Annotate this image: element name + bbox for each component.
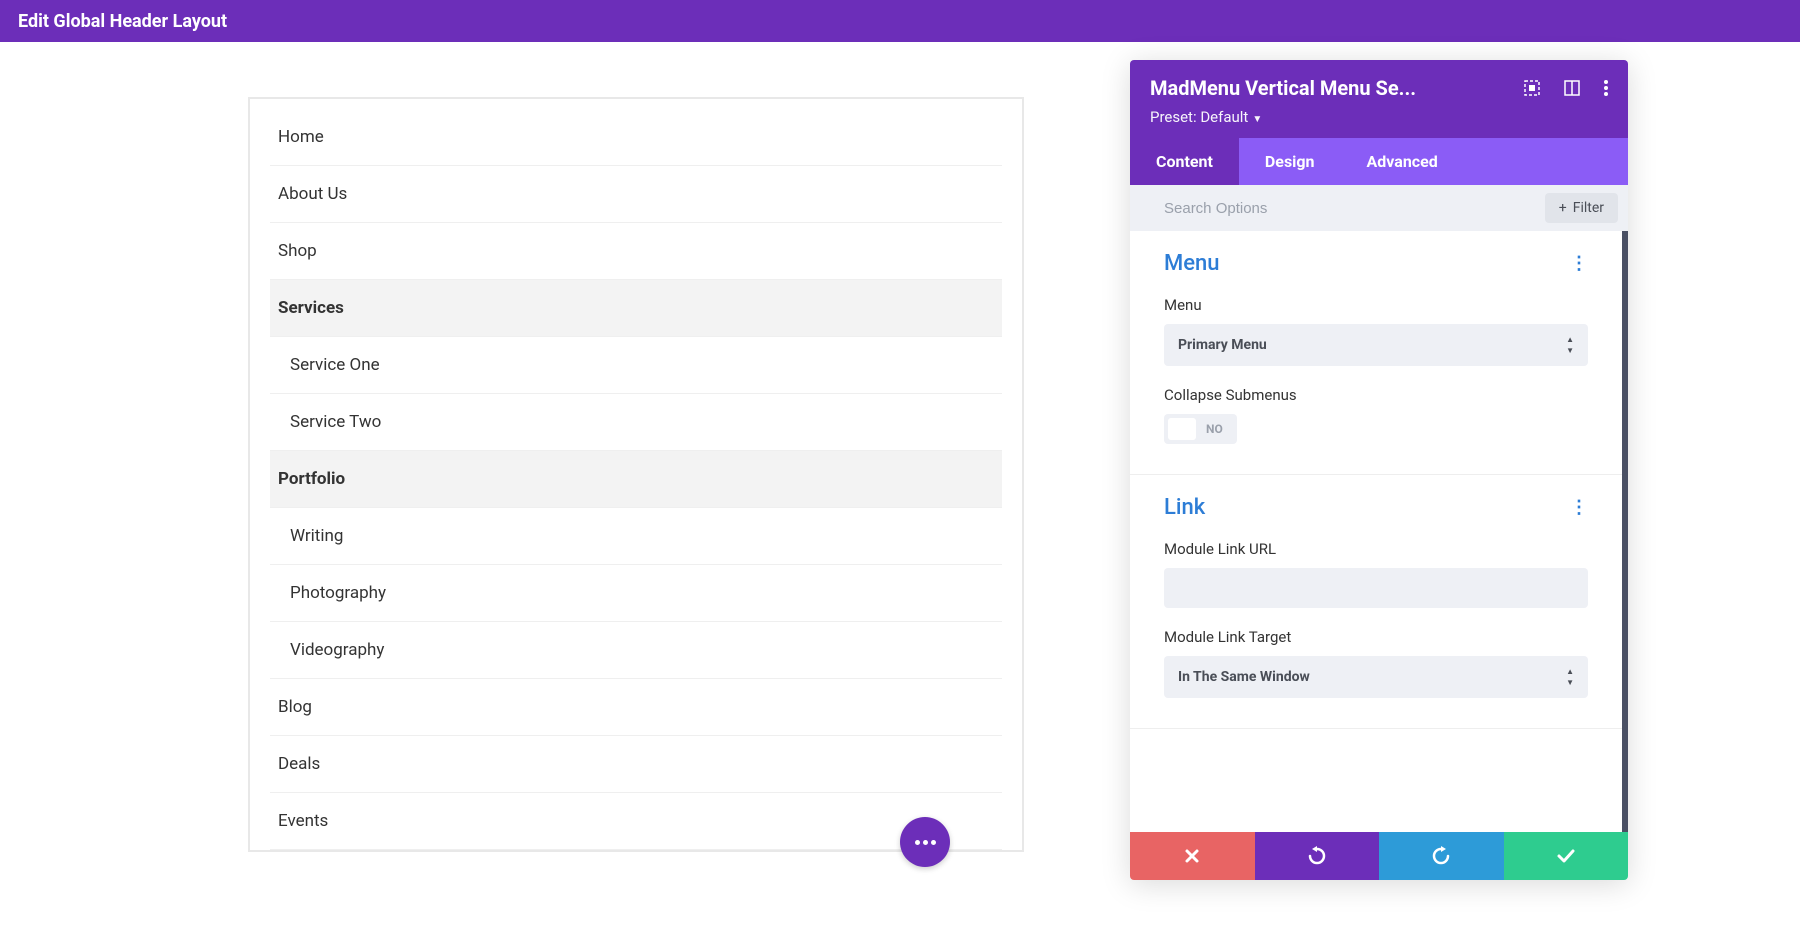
- preview-menu-item[interactable]: Videography: [270, 622, 1002, 679]
- section-link-head: Link ⋮: [1164, 495, 1588, 520]
- panel-header-icons: [1524, 80, 1608, 96]
- preview-menu-item[interactable]: Shop: [270, 223, 1002, 280]
- cancel-button[interactable]: [1130, 832, 1255, 880]
- kebab-menu-icon[interactable]: [1604, 80, 1608, 96]
- section-link-kebab-icon[interactable]: ⋮: [1570, 497, 1588, 518]
- module-link-target-value: In The Same Window: [1178, 669, 1310, 685]
- redo-button[interactable]: [1379, 832, 1504, 880]
- panel-footer: [1130, 832, 1628, 880]
- tab-design[interactable]: Design: [1239, 138, 1341, 185]
- preview-menu-item[interactable]: Service One: [270, 337, 1002, 394]
- close-icon: [1184, 848, 1200, 864]
- section-menu-title[interactable]: Menu: [1164, 251, 1220, 276]
- panel-title-row: MadMenu Vertical Menu Se...: [1150, 76, 1608, 100]
- search-filter-row: + Filter: [1130, 185, 1628, 231]
- module-link-target-select[interactable]: In The Same Window ▲▼: [1164, 656, 1588, 698]
- preset-value: Default: [1200, 108, 1248, 126]
- panel-header[interactable]: MadMenu Vertical Menu Se... Preset: Defa…: [1130, 60, 1628, 138]
- panel-body[interactable]: Menu ⋮ Menu Primary Menu ▲▼ Collapse Sub…: [1130, 231, 1628, 832]
- section-menu-kebab-icon[interactable]: ⋮: [1570, 253, 1588, 274]
- menu-select[interactable]: Primary Menu ▲▼: [1164, 324, 1588, 366]
- expand-icon[interactable]: [1524, 80, 1540, 96]
- section-menu-head: Menu ⋮: [1164, 251, 1588, 276]
- section-link: Link ⋮ Module Link URL Module Link Targe…: [1130, 475, 1622, 729]
- tab-content[interactable]: Content: [1130, 138, 1239, 185]
- collapse-submenus-toggle[interactable]: NO: [1164, 414, 1237, 444]
- fab-more-button[interactable]: [900, 817, 950, 867]
- check-icon: [1556, 848, 1576, 864]
- preview-menu-item[interactable]: Events: [270, 793, 1002, 850]
- module-link-url-input[interactable]: [1164, 568, 1588, 608]
- redo-icon: [1431, 846, 1451, 866]
- dot-icon: [915, 840, 920, 845]
- preview-menu-item[interactable]: Blog: [270, 679, 1002, 736]
- menu-field-label: Menu: [1164, 296, 1588, 314]
- preview-menu-item[interactable]: About Us: [270, 166, 1002, 223]
- undo-icon: [1307, 846, 1327, 866]
- dot-icon: [923, 840, 928, 845]
- toggle-knob: [1168, 418, 1196, 440]
- module-link-url-label: Module Link URL: [1164, 540, 1588, 558]
- filter-label: Filter: [1573, 200, 1604, 216]
- top-bar: Edit Global Header Layout: [0, 0, 1800, 42]
- preset-prefix: Preset:: [1150, 108, 1200, 126]
- section-menu: Menu ⋮ Menu Primary Menu ▲▼ Collapse Sub…: [1130, 231, 1622, 475]
- search-options-input[interactable]: [1164, 200, 1545, 217]
- top-bar-title: Edit Global Header Layout: [18, 11, 227, 32]
- section-link-title[interactable]: Link: [1164, 495, 1205, 520]
- caret-down-icon: ▼: [1252, 114, 1262, 125]
- preview-menu-item[interactable]: Photography: [270, 565, 1002, 622]
- settings-tabs: Content Design Advanced: [1130, 138, 1628, 185]
- canvas-area: HomeAbout UsShopServicesService OneServi…: [0, 42, 1800, 926]
- menu-select-value: Primary Menu: [1178, 337, 1267, 353]
- save-button[interactable]: [1504, 832, 1629, 880]
- preview-menu-item[interactable]: Portfolio: [270, 451, 1002, 508]
- collapse-submenus-label: Collapse Submenus: [1164, 386, 1588, 404]
- settings-panel: MadMenu Vertical Menu Se... Preset: Defa…: [1130, 60, 1628, 880]
- toggle-label: NO: [1206, 422, 1233, 436]
- select-arrows-icon: ▲▼: [1566, 335, 1574, 355]
- preview-menu-item[interactable]: Home: [270, 99, 1002, 166]
- tab-advanced[interactable]: Advanced: [1341, 138, 1464, 185]
- dot-icon: [931, 840, 936, 845]
- preview-menu-item[interactable]: Writing: [270, 508, 1002, 565]
- undo-button[interactable]: [1255, 832, 1380, 880]
- preview-menu-list: HomeAbout UsShopServicesService OneServi…: [270, 99, 1002, 850]
- module-link-target-label: Module Link Target: [1164, 628, 1588, 646]
- select-arrows-icon: ▲▼: [1566, 667, 1574, 687]
- preset-dropdown[interactable]: Preset: Default ▼: [1150, 108, 1608, 126]
- plus-icon: +: [1559, 200, 1567, 216]
- preview-box: HomeAbout UsShopServicesService OneServi…: [248, 97, 1024, 852]
- filter-button[interactable]: + Filter: [1545, 193, 1618, 223]
- preview-menu-item[interactable]: Services: [270, 280, 1002, 337]
- preview-menu-item[interactable]: Service Two: [270, 394, 1002, 451]
- snap-icon[interactable]: [1564, 80, 1580, 96]
- preview-menu-item[interactable]: Deals: [270, 736, 1002, 793]
- panel-title: MadMenu Vertical Menu Se...: [1150, 76, 1416, 100]
